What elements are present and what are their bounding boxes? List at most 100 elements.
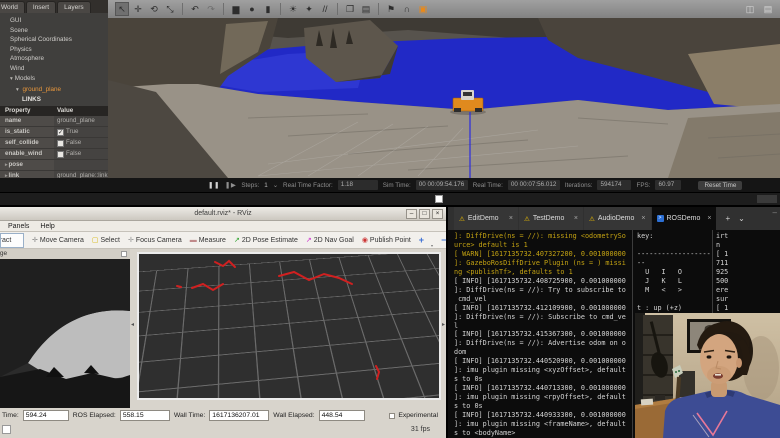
caret-right-icon: ▸ (5, 162, 8, 169)
undo-icon[interactable]: ↶ (188, 2, 202, 16)
tree-item-atmosphere[interactable]: Atmosphere (10, 54, 108, 64)
rviz-main-area: Image ◂ ▸ (0, 249, 446, 408)
select-arrow-icon[interactable]: ↖ (115, 2, 129, 16)
gazebo-panel-tab-insert[interactable]: Insert (25, 1, 57, 13)
terminal-tab-audiodemo[interactable]: ⚠ AudioDemo × (584, 207, 651, 230)
copy-icon[interactable]: ❐ (343, 2, 357, 16)
gazebo-world-tree: GUI Scene Spherical Coordinates Physics Atmo… (0, 13, 108, 85)
tree-item-scene[interactable]: Scene (10, 26, 108, 36)
toolbar-separator (378, 3, 379, 15)
pose-estimate-tool[interactable]: ↗ 2D Pose Estimate (234, 236, 298, 245)
resize-grip[interactable] (757, 195, 777, 203)
terminal-tab-editdemo[interactable]: ⚠ EditDemo × (454, 207, 518, 230)
interact-tool[interactable]: Interact (0, 232, 24, 248)
sphere-icon[interactable]: ● (245, 2, 259, 16)
experimental-checkbox[interactable] (389, 412, 396, 419)
property-row-enable_wind[interactable]: enable_wind False (0, 149, 108, 161)
property-row-is_static[interactable]: is_static ✓ True (0, 127, 108, 139)
selected-model-label: ground_plane (22, 86, 62, 94)
publish-point-tool[interactable]: ◉ Publish Point (362, 236, 411, 245)
remove-tool-button[interactable]: − (441, 235, 446, 245)
tab-dropdown-button[interactable]: ⌄ (738, 214, 745, 223)
checkbox-unchecked[interactable] (57, 150, 64, 158)
cylinder-icon[interactable]: ▮ (261, 2, 275, 16)
steps-caret-icon[interactable]: ⌄ (273, 182, 278, 189)
robot-wheel (475, 108, 482, 112)
property-row-self_collide[interactable]: self_collide False (0, 138, 108, 150)
tree-item-physics[interactable]: Physics (10, 45, 108, 55)
window-title: default.rviz* - RViz (194, 210, 252, 217)
screenshot-icon[interactable]: ◫ (743, 2, 757, 16)
gazebo-panel-tab-layers[interactable]: Layers (57, 1, 91, 13)
splitter-left-arrow-icon[interactable]: ◂ (131, 321, 134, 328)
tree-item-models[interactable]: ▾ Models (10, 74, 108, 85)
log-line: [ INFO] [1617135732.440520900, 0.0010000… (454, 357, 626, 366)
nav-goal-tool-icon: ↗ (305, 237, 312, 244)
minimize-button[interactable]: ‒ (406, 209, 417, 219)
close-tab-icon[interactable]: × (637, 215, 645, 222)
panel-dock-button[interactable] (121, 251, 127, 257)
right-pane-line: ere (716, 285, 729, 294)
tree-item-wind[interactable]: Wind (10, 64, 108, 74)
menu-help[interactable]: Help (40, 223, 54, 230)
add-tool-button[interactable]: + (419, 235, 424, 245)
wall-elapsed-value[interactable]: 448.54 (318, 410, 365, 421)
tree-item-spherical-coordinates[interactable]: Spherical Coordinates (10, 35, 108, 45)
flag-icon[interactable]: ⚑ (384, 2, 398, 16)
nav-goal-tool[interactable]: ↗ 2D Nav Goal (305, 236, 354, 245)
log-line: l (454, 321, 459, 330)
image-panel-header[interactable]: Image (0, 249, 130, 259)
property-row-pose[interactable]: ▸pose (0, 160, 108, 172)
terminal-tab-testdemo[interactable]: ⚠ TestDemo × (519, 207, 583, 230)
translate-icon[interactable]: ✛ (131, 2, 145, 16)
right-log-pane[interactable]: irt n[ 1 711 925 500 ere sur[ 1 (716, 232, 780, 313)
terminal-tab-rosdemo[interactable]: > ROSDemo × (651, 207, 717, 230)
wall-time-value[interactable]: 1617136207.01 (209, 410, 270, 421)
rotate-icon[interactable]: ⟲ (147, 2, 161, 16)
checkbox-checked[interactable]: ✓ (57, 128, 64, 136)
steps-value[interactable]: 1 (264, 182, 268, 189)
pane-divider[interactable] (632, 230, 633, 438)
move-camera-tool[interactable]: ✛ Move Camera (32, 236, 84, 245)
tree-item-ground-plane[interactable]: ▾ ground_plane (0, 85, 108, 95)
snap-icon[interactable]: ∩ (400, 2, 414, 16)
log-line: [ INFO] [1617135732.440713300, 0.0010000… (454, 384, 626, 393)
close-button[interactable]: × (432, 209, 443, 219)
close-tab-icon[interactable]: × (505, 215, 513, 222)
directional-light-icon[interactable]: // (318, 2, 332, 16)
tree-item-gui[interactable]: GUI (10, 16, 108, 26)
splitter-right-arrow-icon[interactable]: ▸ (442, 321, 445, 328)
gazebo-3d-viewport[interactable] (108, 18, 780, 178)
point-light-icon[interactable]: ☀ (286, 2, 300, 16)
redo-icon[interactable]: ↷ (204, 2, 218, 16)
sim-time-value: 00 00:09:54.176 (415, 180, 468, 190)
scale-icon[interactable]: ⤡ (163, 2, 177, 16)
teleop-key-pane[interactable]: key: -------------------------- U I O J … (637, 232, 711, 322)
close-tab-icon[interactable]: × (703, 215, 711, 222)
rviz-3d-view[interactable] (137, 252, 441, 400)
paste-icon[interactable]: ▤ (359, 2, 373, 16)
ros-log-pane[interactable]: ]: DiffDrive(ns = //): missing <odometry… (454, 232, 632, 438)
spot-light-icon[interactable]: ✦ (302, 2, 316, 16)
select-tool[interactable]: ▢ Select (92, 236, 120, 245)
property-row-link[interactable]: ▸link ground_plane::link (0, 171, 108, 178)
property-row-name[interactable]: name ground_plane (0, 116, 108, 128)
box-icon[interactable]: ▆ (229, 2, 243, 16)
window-control-hint: ‒ (772, 208, 777, 217)
close-tab-icon[interactable]: × (570, 215, 578, 222)
rviz-titlebar[interactable]: default.rviz* - RViz ‒ □ × (0, 207, 446, 221)
gazebo-panel-tab-world[interactable]: World (0, 1, 25, 13)
record-icon[interactable]: ▤ (761, 2, 775, 16)
gazebo-bottom-strip (0, 192, 780, 205)
maximize-button[interactable]: □ (419, 209, 430, 219)
measure-tool[interactable]: ▬ Measure (190, 237, 226, 244)
reset-time-button[interactable]: Reset Time (698, 180, 743, 190)
joint-icon[interactable]: ▣ (416, 2, 430, 16)
new-tab-button[interactable]: + (725, 214, 730, 223)
checkbox-unchecked[interactable] (57, 139, 64, 147)
step-button[interactable]: ❚▶ (225, 181, 236, 189)
focus-camera-tool[interactable]: ✛ Focus Camera (128, 236, 182, 245)
menu-panels[interactable]: Panels (8, 223, 29, 230)
pause-button[interactable]: ❚❚ (208, 181, 220, 189)
property-value: False (66, 150, 82, 158)
